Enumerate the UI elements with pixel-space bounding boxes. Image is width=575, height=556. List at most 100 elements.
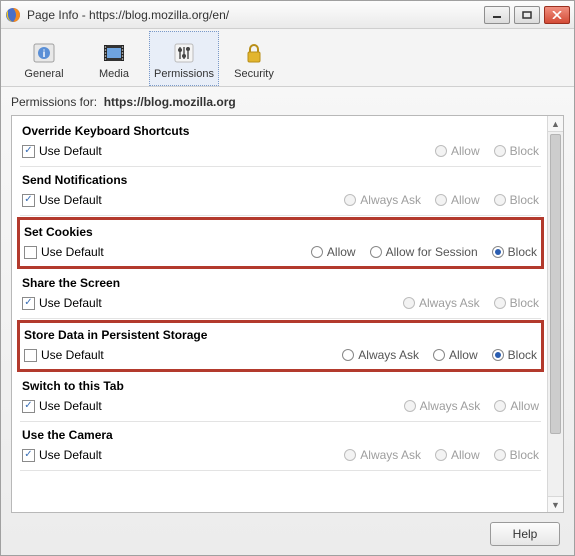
radio-label: Allow [449,348,478,362]
permission-options: Allow Block [435,144,539,158]
radio-icon [433,349,445,361]
radio-icon [435,194,447,206]
permission-line: Use Default Allow Allow for Session Block [24,245,537,259]
use-default-checkbox[interactable]: ✓ Use Default [22,144,435,158]
tab-general[interactable]: i General [9,31,79,86]
use-default-checkbox[interactable]: Use Default [24,245,311,259]
permission-title: Share the Screen [22,276,539,290]
checkbox-icon [24,246,37,259]
close-button[interactable] [544,6,570,24]
permission-options: Always AskAllow [404,399,539,413]
scrollbar-thumb[interactable] [550,134,561,434]
radio-label: Always Ask [360,193,421,207]
permission-row-send-notifications: Send Notifications✓Use DefaultAlways Ask… [20,167,541,216]
radio-option-block[interactable]: Block [492,245,537,259]
scroll-up-arrow[interactable]: ▲ [548,116,563,132]
footer: Help [1,513,574,555]
tab-label: Permissions [154,68,214,80]
radio-label: Allow [451,193,480,207]
radio-option-block: Block [494,296,539,310]
radio-option-allow[interactable]: Allow [433,348,478,362]
permission-row-switch-to-tab: Switch to this Tab ✓Use DefaultAlways Ask… [20,373,541,422]
use-default-label: Use Default [39,193,102,207]
permission-row-share-screen: Share the Screen ✓Use Default Always Ask Bl… [20,270,541,319]
help-button[interactable]: Help [490,522,560,546]
permission-options: Always Ask Block [403,296,539,310]
firefox-icon [5,7,21,23]
tab-security[interactable]: Security [219,31,289,86]
radio-label: Allow [451,448,480,462]
info-icon: i [30,39,58,67]
tab-label: General [24,68,63,80]
permission-title: Use the Camera [22,428,539,442]
permission-line: ✓Use Default Always Ask Allow Block [22,193,539,207]
radio-label: Allow [451,144,480,158]
radio-icon [494,145,506,157]
radio-label: Block [510,296,539,310]
maximize-button[interactable] [514,6,540,24]
radio-label: Block [510,144,539,158]
permissions-list: Override Keyboard Shortcuts✓Use DefaultA… [11,115,564,513]
permissions-for-label: Permissions for: [11,95,97,109]
sliders-icon [170,39,198,67]
permission-options: Allow Allow for Session Block [311,245,537,259]
permission-line: ✓Use Default Always Ask Block [22,296,539,310]
toolbar: i General Media Permissions Security [1,29,574,87]
radio-option-allow: Allow [435,144,480,158]
checkbox-icon: ✓ [22,297,35,310]
radio-icon [494,400,506,412]
radio-label: Allow for Session [386,245,478,259]
scroll-down-arrow[interactable]: ▼ [548,496,563,512]
use-default-checkbox[interactable]: ✓Use Default [22,296,403,310]
lock-icon [240,39,268,67]
checkbox-icon: ✓ [22,400,35,413]
permission-options: Always Ask Allow Block [344,193,539,207]
radio-label: Always Ask [358,348,419,362]
window-title: Page Info - https://blog.mozilla.org/en/ [27,8,484,22]
radio-icon [494,194,506,206]
permission-row-set-cookies: Set Cookies Use Default Allow Allow for Ses… [17,217,544,269]
checkbox-icon: ✓ [22,145,35,158]
permission-line: ✓ Use Default Allow Block [22,144,539,158]
radio-icon [403,297,415,309]
radio-icon [311,246,323,258]
tab-media[interactable]: Media [79,31,149,86]
permission-options: Always Ask Allow Block [342,348,537,362]
radio-option-block: Block [494,448,539,462]
use-default-checkbox[interactable]: ✓Use Default [22,448,344,462]
radio-option-block[interactable]: Block [492,348,537,362]
radio-icon [344,449,356,461]
permission-line: ✓Use DefaultAlways AskAllow [22,399,539,413]
permissions-for-line: Permissions for: https://blog.mozilla.or… [1,87,574,115]
radio-icon [435,449,447,461]
use-default-checkbox[interactable]: ✓Use Default [22,399,404,413]
use-default-checkbox[interactable]: Use Default [24,348,342,362]
use-default-checkbox[interactable]: ✓Use Default [22,193,344,207]
radio-option-allow: Allow [494,399,539,413]
tab-permissions[interactable]: Permissions [149,31,219,86]
permission-title: Set Cookies [24,225,537,239]
permissions-scroll[interactable]: Override Keyboard Shortcuts✓Use DefaultA… [12,116,547,512]
radio-option-allow: Allow [435,448,480,462]
radio-option-block: Block [494,193,539,207]
titlebar: Page Info - https://blog.mozilla.org/en/ [1,1,574,29]
permission-title: Switch to this Tab [22,379,539,393]
scrollbar[interactable]: ▲ ▼ [547,116,563,512]
radio-option-always_ask[interactable]: Always Ask [342,348,419,362]
radio-label: Always Ask [419,296,480,310]
svg-text:i: i [43,49,46,60]
radio-label: Block [510,448,539,462]
radio-icon [344,194,356,206]
radio-option-allow_for_session[interactable]: Allow for Session [370,245,478,259]
radio-option-block: Block [494,144,539,158]
use-default-label: Use Default [39,144,102,158]
filmstrip-icon [100,39,128,67]
radio-option-allow[interactable]: Allow [311,245,356,259]
use-default-label: Use Default [41,348,104,362]
use-default-label: Use Default [39,448,102,462]
radio-label: Allow [327,245,356,259]
minimize-button[interactable] [484,6,510,24]
radio-label: Block [508,348,537,362]
tab-label: Security [234,68,274,80]
radio-icon [370,246,382,258]
